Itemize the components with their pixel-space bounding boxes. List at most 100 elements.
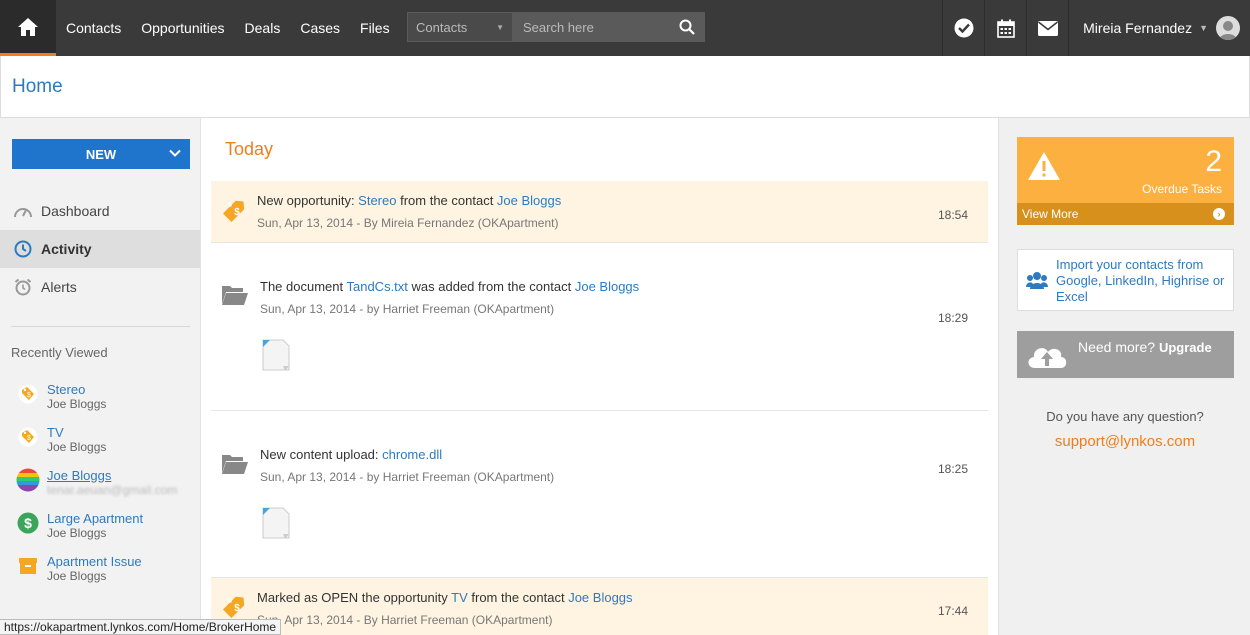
tasks-button[interactable] (942, 0, 984, 56)
sidebar-item-alerts[interactable]: Alerts (0, 268, 200, 306)
recent-item[interactable]: Joe Bloggs tenar.aeuan@gmail.com (16, 468, 196, 511)
folder-open-icon (221, 450, 249, 478)
feed-link-upload[interactable]: chrome.dll (382, 447, 442, 462)
user-name: Mireia Fernandez (1083, 20, 1193, 36)
recently-viewed-list: $ Stereo Joe Bloggs $ TV Joe Bloggs Joe … (16, 382, 196, 597)
right-panel: 2 Overdue Tasks View More › Import your … (998, 118, 1250, 635)
case-box-icon (16, 554, 40, 578)
warning-icon (1028, 152, 1060, 180)
document-thumbnail-icon[interactable] (261, 506, 291, 540)
feed-item-meta: Sun, Apr 13, 2014 - by Harriet Freeman (… (260, 302, 555, 316)
search-input[interactable]: Search here (513, 12, 705, 42)
recent-item-name[interactable]: Stereo (47, 382, 106, 397)
feed-item: $ Marked as OPEN the opportunity TV from… (211, 578, 988, 635)
recent-item-name[interactable]: Apartment Issue (47, 554, 142, 569)
sidebar-nav: Dashboard Activity Alerts (0, 192, 200, 306)
recent-item-sub: Joe Bloggs (47, 440, 107, 454)
sidebar-item-label: Dashboard (41, 203, 110, 219)
feed-item-time: 18:54 (937, 208, 968, 222)
recent-item[interactable]: $ TV Joe Bloggs (16, 425, 196, 468)
feed-link-opportunity[interactable]: Stereo (358, 193, 396, 208)
browser-status-url: https://okapartment.lynkos.com/Home/Brok… (0, 619, 282, 635)
search-icon[interactable] (679, 19, 695, 35)
cloud-upload-icon (1028, 348, 1067, 368)
nav-deals[interactable]: Deals (235, 0, 291, 56)
check-circle-icon (954, 18, 974, 38)
svg-text:$: $ (27, 435, 31, 442)
feed-item-meta: Sun, Apr 13, 2014 - By Harriet Freeman (… (257, 613, 553, 627)
support-email-link[interactable]: support@lynkos.com (999, 433, 1250, 450)
deal-dollar-icon: $ (16, 511, 40, 535)
feed-link-contact[interactable]: Joe Bloggs (568, 590, 632, 605)
chevron-down-icon: ▼ (496, 22, 504, 32)
upgrade-text: Need more? Upgrade (1078, 339, 1212, 355)
recent-item[interactable]: Apartment Issue Joe Bloggs (16, 554, 196, 597)
new-button-label: NEW (85, 146, 117, 162)
overdue-count: 2 (1205, 145, 1222, 178)
recent-item-name[interactable]: Large Apartment (47, 511, 143, 526)
chevron-down-icon (169, 149, 181, 157)
document-thumbnail-icon[interactable] (261, 338, 291, 372)
calendar-button[interactable] (984, 0, 1026, 56)
new-button[interactable]: NEW (12, 139, 190, 169)
feed-link-document[interactable]: TandCs.txt (346, 279, 407, 294)
recent-item[interactable]: $ Large Apartment Joe Bloggs (16, 511, 196, 554)
home-icon (18, 17, 38, 36)
feed-heading: Today (225, 139, 274, 159)
calendar-icon (996, 19, 1015, 38)
nav-files[interactable]: Files (350, 0, 400, 56)
home-button[interactable] (0, 0, 56, 56)
sidebar-item-activity[interactable]: Activity (0, 230, 200, 268)
feed-item-time: 18:25 (937, 462, 968, 476)
opportunity-tag-icon: $ (221, 196, 249, 224)
import-contacts-text: Import your contacts from Google, Linked… (1056, 257, 1225, 304)
opportunity-tag-icon: $ (16, 382, 40, 406)
recent-item-sub: Joe Bloggs (47, 526, 107, 540)
search-bar: Contacts ▼ Search here (407, 12, 705, 42)
contact-avatar (16, 468, 40, 492)
search-scope-select[interactable]: Contacts ▼ (407, 12, 513, 42)
feed-item-meta: Sun, Apr 13, 2014 - by Harriet Freeman (… (260, 470, 555, 484)
search-scope-value: Contacts (416, 19, 468, 35)
sidebar-item-dashboard[interactable]: Dashboard (0, 192, 200, 230)
feed-item-text: The document TandCs.txt was added from t… (260, 279, 640, 294)
overdue-label: Overdue Tasks (1142, 182, 1222, 196)
feed-item: The document TandCs.txt was added from t… (211, 243, 988, 411)
recent-item-name[interactable]: Joe Bloggs (47, 468, 177, 483)
overdue-tasks-card[interactable]: 2 Overdue Tasks View More › (1017, 137, 1234, 225)
nav-contacts[interactable]: Contacts (56, 0, 131, 56)
main-nav: Contacts Opportunities Deals Cases Files (56, 0, 400, 56)
folder-open-icon (221, 281, 249, 309)
feed-item-text: Marked as OPEN the opportunity TV from t… (257, 590, 633, 605)
sidebar-divider (11, 326, 190, 327)
alarm-icon (13, 277, 33, 297)
sidebar: NEW Dashboard Activity Alerts Recently V… (0, 118, 201, 635)
opportunity-tag-icon: $ (16, 425, 40, 449)
recent-item[interactable]: $ Stereo Joe Bloggs (16, 382, 196, 425)
top-navbar: Contacts Opportunities Deals Cases Files… (0, 0, 1250, 56)
nav-cases[interactable]: Cases (290, 0, 350, 56)
messages-button[interactable] (1026, 0, 1068, 56)
feed-link-contact[interactable]: Joe Bloggs (497, 193, 561, 208)
envelope-icon (1037, 20, 1058, 36)
sidebar-item-label: Activity (41, 241, 92, 257)
upgrade-card[interactable]: Need more? Upgrade (1017, 331, 1234, 378)
person-icon (1219, 21, 1237, 40)
svg-text:$: $ (234, 207, 240, 218)
feed-item-meta: Sun, Apr 13, 2014 - By Mireia Fernandez … (257, 216, 559, 230)
recent-item-name[interactable]: TV (47, 425, 106, 440)
chevron-right-icon: › (1213, 208, 1225, 220)
view-more-link[interactable]: View More › (1017, 203, 1234, 225)
nav-opportunities[interactable]: Opportunities (131, 0, 234, 56)
feed-item-time: 18:29 (937, 311, 968, 325)
import-contacts-card[interactable]: Import your contacts from Google, Linked… (1017, 249, 1234, 311)
feed-link-opportunity[interactable]: TV (451, 590, 468, 605)
user-menu[interactable]: Mireia Fernandez ▼ (1068, 0, 1250, 56)
top-right-tools: Mireia Fernandez ▼ (942, 0, 1250, 56)
help-question: Do you have any question? (1046, 409, 1204, 424)
sidebar-item-label: Alerts (41, 279, 77, 295)
dashboard-icon (13, 201, 33, 221)
feed-link-contact[interactable]: Joe Bloggs (575, 279, 639, 294)
page-header: Home (0, 56, 1250, 118)
upgrade-link[interactable]: Upgrade (1159, 340, 1212, 355)
